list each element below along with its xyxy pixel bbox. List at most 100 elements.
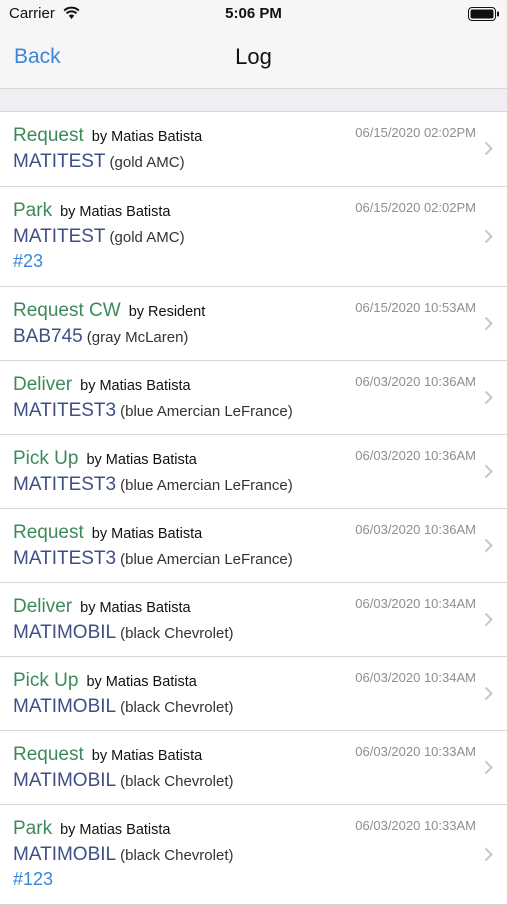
log-actor: by Matias Batista [80, 600, 191, 616]
license-plate: MATITEST3 [13, 548, 117, 569]
license-plate: MATITEST [13, 226, 106, 247]
log-timestamp: 06/03/2020 10:33AM [355, 744, 476, 759]
vehicle-description: (blue Amercian LeFrance) [120, 403, 293, 420]
log-entry-row[interactable]: Pick Up by Matias Batista 06/03/2020 10:36… [0, 435, 507, 509]
vehicle-description: (blue Amercian LeFrance) [120, 477, 293, 494]
log-action: Request CW [13, 300, 121, 321]
section-spacer [0, 89, 507, 112]
log-timestamp: 06/03/2020 10:36AM [355, 522, 476, 537]
log-action: Park [13, 818, 53, 839]
chevron-right-icon [484, 612, 493, 627]
vehicle-description: (black Chevrolet) [120, 625, 234, 642]
log-action: Deliver [13, 374, 73, 395]
log-entry-row[interactable]: Deliver by Matias Batista 06/03/2020 10:34… [0, 583, 507, 657]
license-plate: BAB745 [13, 326, 83, 347]
row-vehicle: MATITEST3 (blue Amercian LeFrance) [13, 474, 293, 496]
log-entry-row[interactable]: Request by Matias Batista 06/03/2020 10:33… [0, 731, 507, 805]
chevron-right-icon [484, 390, 493, 405]
row-vehicle: MATIMOBIL (black Chevrolet) [13, 622, 233, 644]
license-plate: MATIMOBIL [13, 696, 117, 717]
license-plate: MATIMOBIL [13, 770, 117, 791]
log-actor: by Matias Batista [91, 748, 203, 764]
row-header: Park by Matias Batista [13, 200, 171, 222]
log-action: Request [13, 744, 84, 765]
log-actor: by Matias Batista [86, 674, 197, 690]
log-actor: by Matias Batista [91, 129, 203, 145]
chevron-right-icon [484, 686, 493, 701]
log-actor: by Matias Batista [80, 378, 191, 394]
row-header: Request by Matias Batista [13, 522, 202, 544]
status-bar: Carrier 5:06 PM [0, 0, 507, 27]
vehicle-description: (gold AMC) [109, 229, 185, 246]
log-entry-row[interactable]: Request by Matias Batista 06/03/2020 10:36… [0, 509, 507, 583]
row-header: Pick Up by Matias Batista [13, 448, 197, 470]
log-action: Deliver [13, 596, 73, 617]
log-timestamp: 06/15/2020 02:02PM [355, 200, 476, 215]
license-plate: MATIMOBIL [13, 844, 117, 865]
log-timestamp: 06/03/2020 10:34AM [355, 596, 476, 611]
row-vehicle: BAB745 (gray McLaren) [13, 326, 188, 348]
log-actor: by Matias Batista [91, 526, 203, 542]
row-header: Request by Matias Batista [13, 125, 202, 147]
chevron-right-icon [484, 760, 493, 775]
vehicle-description: (black Chevrolet) [120, 773, 234, 790]
log-timestamp: 06/15/2020 10:53AM [355, 300, 476, 315]
chevron-right-icon [484, 229, 493, 244]
row-header: Request CW by Resident [13, 300, 205, 322]
navigation-bar: Back Log [0, 27, 507, 89]
row-vehicle: MATIMOBIL (black Chevrolet) [13, 770, 233, 792]
chevron-right-icon [484, 847, 493, 862]
log-action: Pick Up [13, 670, 79, 691]
vehicle-description: (gray McLaren) [86, 329, 189, 346]
chevron-right-icon [484, 141, 493, 156]
log-timestamp: 06/15/2020 02:02PM [355, 125, 476, 140]
row-header: Pick Up by Matias Batista [13, 670, 197, 692]
vehicle-description: (black Chevrolet) [120, 699, 234, 716]
row-vehicle: MATITEST (gold AMC) [13, 226, 185, 248]
row-vehicle: MATITEST3 (blue Amercian LeFrance) [13, 400, 293, 422]
log-timestamp: 06/03/2020 10:36AM [355, 374, 476, 389]
license-plate: MATITEST [13, 151, 106, 172]
log-actor: by Matias Batista [60, 822, 171, 838]
log-entry-row[interactable]: Park by Matias Batista 06/15/2020 02:02PM M… [0, 187, 507, 287]
license-plate: MATIMOBIL [13, 622, 117, 643]
log-entry-row[interactable]: Park by Matias Batista 06/03/2020 10:33AM M… [0, 805, 507, 905]
log-entry-row[interactable]: Pick Up by Matias Batista 06/03/2020 10:34… [0, 657, 507, 731]
row-vehicle: MATIMOBIL (black Chevrolet) [13, 696, 233, 718]
log-entry-row[interactable]: Request CW by Resident 06/15/2020 10:53AM B… [0, 287, 507, 361]
log-entry-row[interactable]: Deliver by Matias Batista 06/03/2020 10:36… [0, 361, 507, 435]
parking-spot-number: #123 [13, 869, 54, 889]
log-timestamp: 06/03/2020 10:36AM [355, 448, 476, 463]
row-header: Request by Matias Batista [13, 744, 202, 766]
license-plate: MATITEST3 [13, 400, 117, 421]
log-timestamp: 06/03/2020 10:33AM [355, 818, 476, 833]
log-actor: by Matias Batista [60, 204, 171, 220]
row-spot: #123 [13, 869, 53, 890]
vehicle-description: (blue Amercian LeFrance) [120, 551, 293, 568]
log-timestamp: 06/03/2020 10:34AM [355, 670, 476, 685]
battery-icon [468, 7, 499, 21]
log-action: Pick Up [13, 448, 79, 469]
row-spot: #23 [13, 251, 43, 272]
log-action: Request [13, 522, 84, 543]
chevron-right-icon [484, 538, 493, 553]
log-list: Request by Matias Batista 06/15/2020 02:02… [0, 112, 507, 905]
row-vehicle: MATIMOBIL (black Chevrolet) [13, 844, 233, 866]
log-actor: by Resident [128, 304, 206, 320]
log-actor: by Matias Batista [86, 452, 197, 468]
chevron-right-icon [484, 464, 493, 479]
chevron-right-icon [484, 316, 493, 331]
log-entry-row[interactable]: Request by Matias Batista 06/15/2020 02:02… [0, 112, 507, 187]
vehicle-description: (black Chevrolet) [120, 847, 234, 864]
row-header: Deliver by Matias Batista [13, 374, 191, 396]
license-plate: MATITEST3 [13, 474, 117, 495]
log-action: Request [13, 125, 84, 146]
parking-spot-number: #23 [13, 251, 44, 271]
page-title: Log [235, 44, 272, 69]
status-time: 5:06 PM [225, 5, 282, 22]
log-action: Park [13, 200, 53, 221]
row-header: Deliver by Matias Batista [13, 596, 191, 618]
row-header: Park by Matias Batista [13, 818, 171, 840]
vehicle-description: (gold AMC) [109, 154, 185, 171]
row-vehicle: MATITEST (gold AMC) [13, 151, 185, 173]
